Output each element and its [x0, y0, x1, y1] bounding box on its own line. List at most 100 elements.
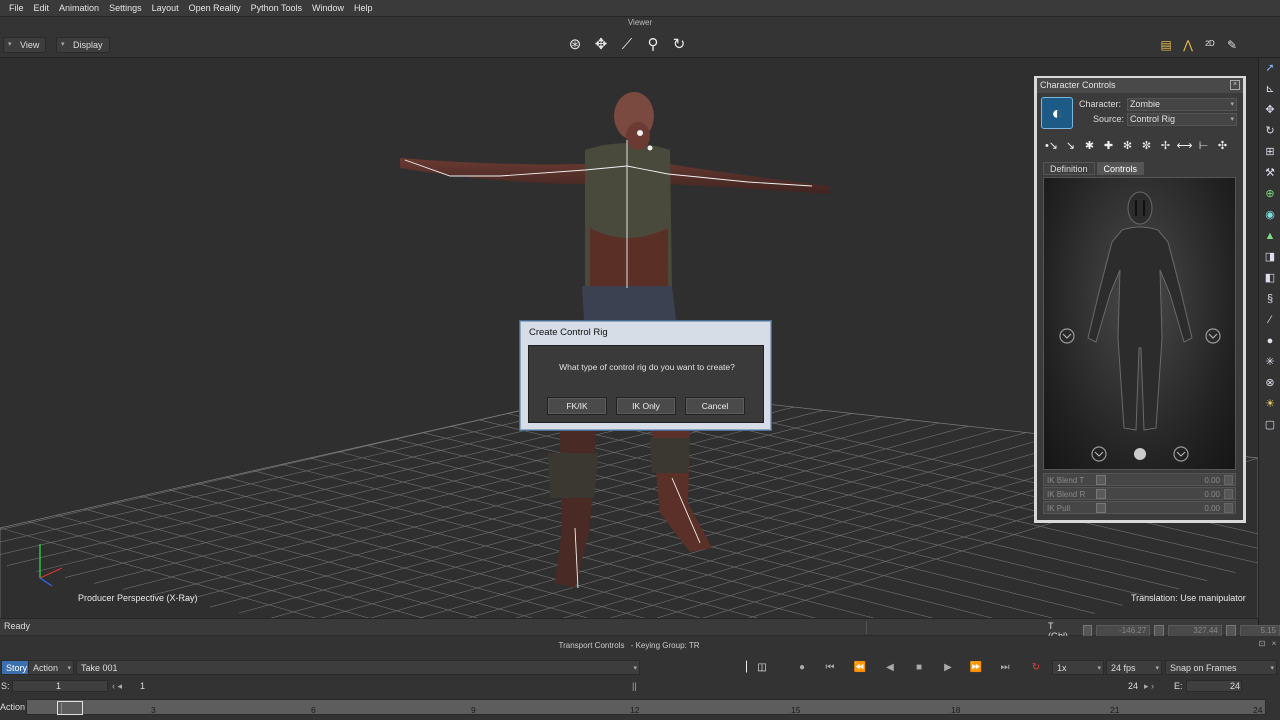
- end-frame-value[interactable]: 24: [1128, 679, 1138, 693]
- source-select[interactable]: Control Rig ▾: [1127, 113, 1237, 126]
- play-back-icon[interactable]: ◀: [882, 660, 898, 675]
- rotate-icon[interactable]: ↻: [1259, 121, 1280, 142]
- marker-icon[interactable]: ⁄: [1259, 310, 1280, 331]
- menu-settings[interactable]: Settings: [104, 0, 147, 17]
- spline-icon[interactable]: §: [1259, 289, 1280, 310]
- take-select[interactable]: Take 001 ▾: [76, 660, 640, 675]
- cancel-button[interactable]: Cancel: [685, 397, 745, 415]
- ik-icon[interactable]: ✻: [1119, 138, 1136, 154]
- close-icon[interactable]: ×: [1269, 639, 1279, 649]
- menu-edit[interactable]: Edit: [29, 0, 55, 17]
- next-key-icon[interactable]: ⏩: [968, 660, 984, 675]
- select-effector-icon[interactable]: •↘: [1043, 138, 1060, 154]
- loop-toggle-icon[interactable]: ↻: [1028, 660, 1044, 675]
- play-icon[interactable]: ▶: [940, 660, 956, 675]
- stance-icon[interactable]: ✣: [1214, 138, 1231, 154]
- view-menu-button[interactable]: ▾ View: [3, 37, 47, 53]
- pen-icon[interactable]: ✎: [1224, 36, 1240, 54]
- light-icon[interactable]: ☀: [1259, 394, 1280, 415]
- go-start-icon[interactable]: ⏮: [822, 660, 838, 675]
- end-frame-field[interactable]: 24: [1186, 680, 1242, 692]
- select-arrow-icon[interactable]: ➚: [1259, 58, 1280, 79]
- go-end-icon[interactable]: ⏭: [997, 660, 1013, 675]
- record-icon[interactable]: ●: [794, 660, 810, 675]
- prev-key-icon[interactable]: ⏪: [852, 660, 868, 675]
- snap-select[interactable]: Snap on Frames ▾: [1165, 660, 1277, 675]
- slider-checkbox[interactable]: [1096, 489, 1106, 499]
- display-menu-button[interactable]: ▾ Display: [56, 37, 110, 53]
- local-icon[interactable]: ⊾: [1259, 79, 1280, 100]
- cube-outline-icon[interactable]: ◧: [1259, 268, 1280, 289]
- current-frame-value[interactable]: 1: [140, 679, 145, 693]
- frame-icon[interactable]: ▢: [1259, 415, 1280, 436]
- menu-layout[interactable]: Layout: [147, 0, 184, 17]
- tab-controls[interactable]: Controls: [1096, 162, 1145, 175]
- axis-gizmo: [39, 544, 63, 587]
- ik-blend-r-slider[interactable]: IK Blend R 0.00: [1043, 487, 1236, 500]
- view-label: View: [20, 40, 40, 50]
- orbit-view-icon[interactable]: ↻: [669, 35, 689, 55]
- menu-window[interactable]: Window: [307, 0, 349, 17]
- body-part-icon[interactable]: ✚: [1100, 138, 1117, 154]
- grid-line: [197, 483, 702, 618]
- start-frame-field[interactable]: 1: [12, 680, 108, 692]
- reach-icon[interactable]: ⊢: [1195, 138, 1212, 154]
- fk-icon[interactable]: ✼: [1138, 138, 1155, 154]
- menu-python-tools[interactable]: Python Tools: [246, 0, 307, 17]
- speed-select[interactable]: 1x ▾: [1052, 660, 1104, 675]
- slider-checkbox[interactable]: [1096, 503, 1106, 513]
- character-select[interactable]: Zombie ▾: [1127, 98, 1237, 111]
- timeline-track[interactable]: 3 6 9 12 15 18 21 24: [26, 699, 1266, 715]
- mirror-icon[interactable]: ⟷: [1176, 138, 1193, 154]
- schematic-icon[interactable]: ▤: [1158, 36, 1174, 54]
- right-toolbar: ➚ ⊾ ✥ ↻ ⊞ ⚒ ⊕ ◉ ▲ ◨ ◧ § ⁄ ● ✳ ⊗ ☀ ▢: [1258, 58, 1280, 638]
- translate-icon[interactable]: ✥: [1259, 100, 1280, 121]
- sphere-icon[interactable]: ◉: [1259, 205, 1280, 226]
- null-icon[interactable]: ●: [1259, 331, 1280, 352]
- slider-checkbox[interactable]: [1096, 475, 1106, 485]
- menu-file[interactable]: File: [4, 0, 29, 17]
- pan-view-icon[interactable]: ✥: [591, 35, 611, 55]
- pose-icon[interactable]: ✢: [1157, 138, 1174, 154]
- track-label: Action: [0, 702, 26, 712]
- pin-icon[interactable]: ⊡: [1257, 639, 1267, 649]
- time-cursor[interactable]: [57, 701, 83, 715]
- key-icon[interactable]: ⊕: [1259, 184, 1280, 205]
- tab-definition[interactable]: Definition: [1043, 162, 1095, 175]
- character-menu-icon[interactable]: ◐: [1041, 97, 1073, 129]
- triangle-icon[interactable]: ▲: [1259, 226, 1280, 247]
- rotate-view-icon[interactable]: ⊛: [565, 35, 585, 55]
- slider-end-button[interactable]: [1224, 475, 1233, 485]
- chevron-down-icon: ▾: [1230, 101, 1234, 108]
- full-body-icon[interactable]: ✱: [1081, 138, 1098, 154]
- wrench-icon[interactable]: ⚒: [1259, 163, 1280, 184]
- skeleton-icon[interactable]: ✳: [1259, 352, 1280, 373]
- slider-end-button[interactable]: [1224, 489, 1233, 499]
- close-icon[interactable]: ×: [1230, 80, 1240, 90]
- constraint-icon[interactable]: ⊗: [1259, 373, 1280, 394]
- slider-value: 0.00: [1204, 476, 1220, 485]
- frame-range-row: S: 1 ‹ ◂ 1 || 24 ▸ › E: 24: [0, 679, 1280, 693]
- stop-icon[interactable]: ■: [911, 660, 927, 675]
- loop-icon[interactable]: ◫: [754, 660, 770, 675]
- slider-end-button[interactable]: [1224, 503, 1233, 513]
- curve-icon[interactable]: ⋀: [1180, 36, 1196, 54]
- step-back-icon[interactable]: ‹ ◂: [112, 679, 122, 693]
- scale-icon[interactable]: ⊞: [1259, 142, 1280, 163]
- cube-icon[interactable]: ◨: [1259, 247, 1280, 268]
- zoom-view-icon[interactable]: ⚲: [643, 35, 663, 55]
- fps-select[interactable]: 24 fps ▾: [1106, 660, 1162, 675]
- 2d-view-icon[interactable]: ²ᴰ: [1202, 36, 1218, 54]
- ik-only-button[interactable]: IK Only: [616, 397, 676, 415]
- step-forward-icon[interactable]: ▸ ›: [1144, 679, 1154, 693]
- fk-ik-button[interactable]: FK/IK: [547, 397, 607, 415]
- menu-open-reality[interactable]: Open Reality: [184, 0, 246, 17]
- menu-help[interactable]: Help: [349, 0, 378, 17]
- pin-icon[interactable]: ↘: [1062, 138, 1079, 154]
- ik-pull-slider[interactable]: IK Pull 0.00: [1043, 501, 1236, 514]
- character-figure-view[interactable]: [1043, 177, 1236, 470]
- ik-blend-t-slider[interactable]: IK Blend T 0.00: [1043, 473, 1236, 486]
- menu-animation[interactable]: Animation: [54, 0, 104, 17]
- dolly-view-icon[interactable]: ⟋: [617, 35, 637, 55]
- action-mode-select[interactable]: Action ▾: [28, 660, 74, 675]
